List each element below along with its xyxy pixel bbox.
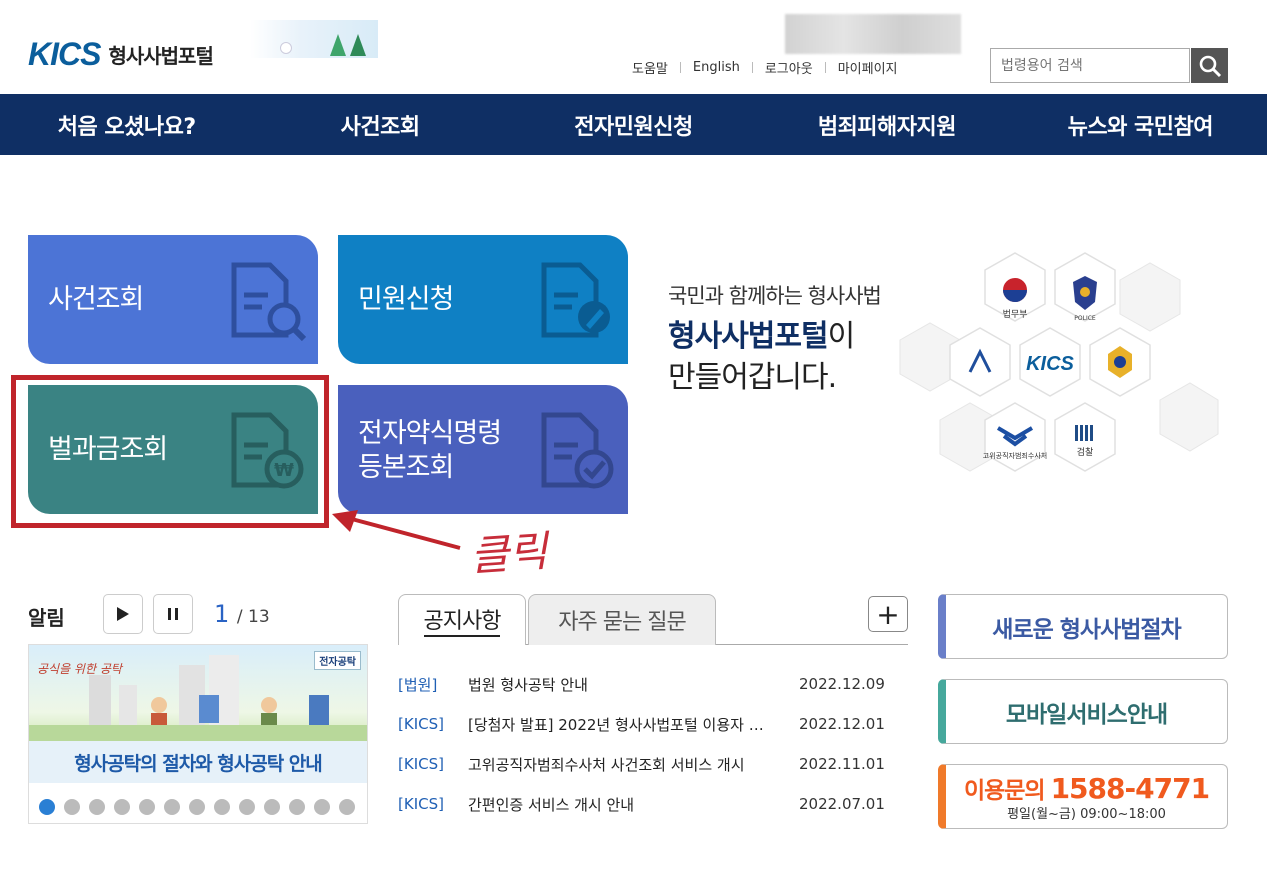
pause-button[interactable] [153,594,193,634]
tile-label: 전자약식명령 등본조회 [358,418,502,483]
slide-pager: 1 / 13 [214,600,270,628]
tab-faq[interactable]: 자주 묻는 질문 [528,594,716,645]
slide-dot[interactable] [164,799,180,815]
header: KICS 형사사법포털 도움말 English 로그아웃 마이페이지 [0,0,1267,94]
search-input[interactable] [990,48,1190,83]
moj-label: 법무부 [1003,309,1028,320]
english-link[interactable]: English [681,60,752,75]
search-icon [1199,55,1221,77]
mypage-link[interactable]: 마이페이지 [826,58,910,77]
document-check-icon [541,412,614,489]
slogan: 국민과 함께하는 형사사법 형사사법포털이 만들어갑니다. [668,284,882,395]
slide-dot[interactable] [89,799,105,815]
slide-dot[interactable] [189,799,205,815]
notice-banner[interactable]: 공식을 위한 공탁 전자공탁 형사공탁의 절차와 형사공탁 안내 [28,644,368,824]
holiday-decoration [250,20,378,58]
tab-notice[interactable]: 공지사항 [398,594,526,645]
inquiry-box: 이용문의 1588-4771 평일(월~금) 09:00~18:00 [938,764,1228,829]
plus-icon: + [876,597,900,631]
slide-dot[interactable] [114,799,130,815]
list-item[interactable]: [KICS] 간편인증 서비스 개시 안내 2022.07.01 [398,784,898,824]
agency-hexagon-graphic: 법무부 POLICE KICS 고위공직자범죄수사처 검찰 [899,252,1219,472]
click-annotation: 클릭 [468,526,550,581]
list-item[interactable]: [KICS] [당첨자 발표] 2022년 형사사법포털 이용자 … 2022.… [398,704,898,744]
nav-victim-support[interactable]: 범죄피해자지원 [760,94,1013,155]
alarm-title: 알림 [28,606,65,630]
slide-dot[interactable] [264,799,280,815]
notice-tabs: 공지사항 자주 묻는 질문 [398,594,908,645]
inquiry-number: 1588-4771 [1050,772,1210,805]
search-button[interactable] [1191,48,1228,83]
nav-news-participation[interactable]: 뉴스와 국민참여 [1014,94,1267,155]
tile-label: 민원신청 [358,284,454,315]
tile-summary-order[interactable]: 전자약식명령 등본조회 [338,385,628,514]
kics-logo-mark: KICS [28,36,101,72]
snowman-icon [280,42,292,54]
slide-dot[interactable] [139,799,155,815]
list-item[interactable]: [법원] 법원 형사공탁 안내 2022.12.09 [398,664,898,704]
user-name-blurred [785,14,961,54]
slide-dot[interactable] [64,799,80,815]
tree-icon [330,34,346,56]
slide-dots [39,799,355,815]
police-label: POLICE [1074,315,1096,322]
tile-case-search[interactable]: 사건조회 [28,235,318,364]
prosecution-label: 검찰 [1077,446,1094,458]
notice-list: [법원] 법원 형사공탁 안내 2022.12.09 [KICS] [당첨자 발… [398,664,898,824]
banner-illustration: 공식을 위한 공탁 전자공탁 [29,645,367,741]
logo-title: 형사사법포털 [108,44,213,68]
slide-dot[interactable] [239,799,255,815]
banner-caption: 형사공탁의 절차와 형사공탁 안내 [29,741,367,783]
utility-links: 도움말 English 로그아웃 마이페이지 [620,58,910,77]
slide-dot[interactable] [289,799,305,815]
highlight-box [11,375,329,528]
new-procedure-button[interactable]: 새로운 형사사법절차 [938,594,1228,659]
nav-first-visit[interactable]: 처음 오셨나요? [0,94,253,155]
slide-dot[interactable] [314,799,330,815]
slide-dot[interactable] [39,799,55,815]
help-link[interactable]: 도움말 [620,58,680,77]
play-icon [117,607,129,621]
kics-center-logo: KICS [1026,353,1074,375]
slide-dot[interactable] [339,799,355,815]
nav-case-search[interactable]: 사건조회 [253,94,506,155]
site-logo[interactable]: KICS 형사사법포털 [28,36,214,73]
logout-link[interactable]: 로그아웃 [753,58,825,77]
play-button[interactable] [103,594,143,634]
tile-label: 사건조회 [48,284,144,315]
arrow-icon [332,510,461,550]
main-nav: 처음 오셨나요? 사건조회 전자민원신청 범죄피해자지원 뉴스와 국민참여 [0,94,1267,155]
document-edit-icon [541,262,610,338]
nav-e-petition[interactable]: 전자민원신청 [507,94,760,155]
list-item[interactable]: [KICS] 고위공직자범죄수사처 사건조회 서비스 개시 2022.11.01 [398,744,898,784]
tile-petition[interactable]: 민원신청 [338,235,628,364]
banner-badge: 전자공탁 [314,651,361,670]
svg-text:공식을 위한 공탁: 공식을 위한 공탁 [37,662,124,676]
slide-dot[interactable] [214,799,230,815]
pause-icon [168,608,178,620]
inquiry-hours: 평일(월~금) 09:00~18:00 [1007,807,1166,822]
document-search-icon [231,262,306,341]
mobile-service-button[interactable]: 모바일서비스안내 [938,679,1228,744]
tree-icon [350,34,366,56]
cio-label: 고위공직자범죄수사처 [983,451,1047,460]
more-button[interactable]: + [868,596,908,632]
